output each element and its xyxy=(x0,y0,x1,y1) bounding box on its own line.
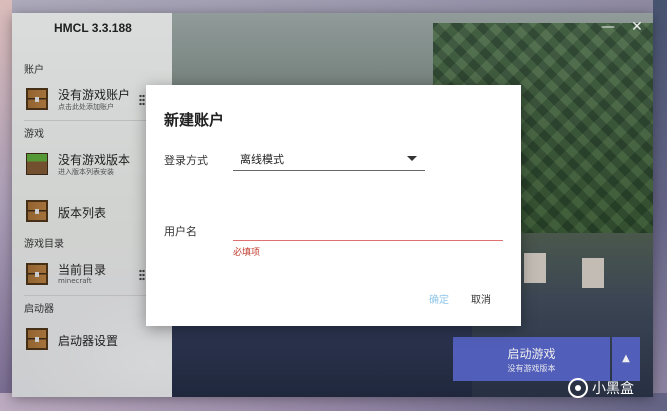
new-account-dialog: 新建账户 登录方式 离线模式 用户名 必填项 确定 取消 xyxy=(146,85,521,326)
login-method-select[interactable]: 离线模式 xyxy=(233,147,425,171)
username-input[interactable] xyxy=(233,217,503,241)
dialog-title: 新建账户 xyxy=(164,111,225,129)
watermark: 小黑盒 xyxy=(568,378,634,398)
watermark-text: 小黑盒 xyxy=(592,381,634,397)
confirm-button[interactable]: 确定 xyxy=(429,291,449,306)
cancel-button[interactable]: 取消 xyxy=(471,291,491,306)
watermark-logo-icon xyxy=(568,378,588,398)
login-method-value: 离线模式 xyxy=(240,153,284,166)
login-method-label: 登录方式 xyxy=(164,154,208,167)
username-label: 用户名 xyxy=(164,225,197,238)
dropdown-arrow-icon xyxy=(407,156,417,161)
username-error: 必填项 xyxy=(233,248,261,258)
